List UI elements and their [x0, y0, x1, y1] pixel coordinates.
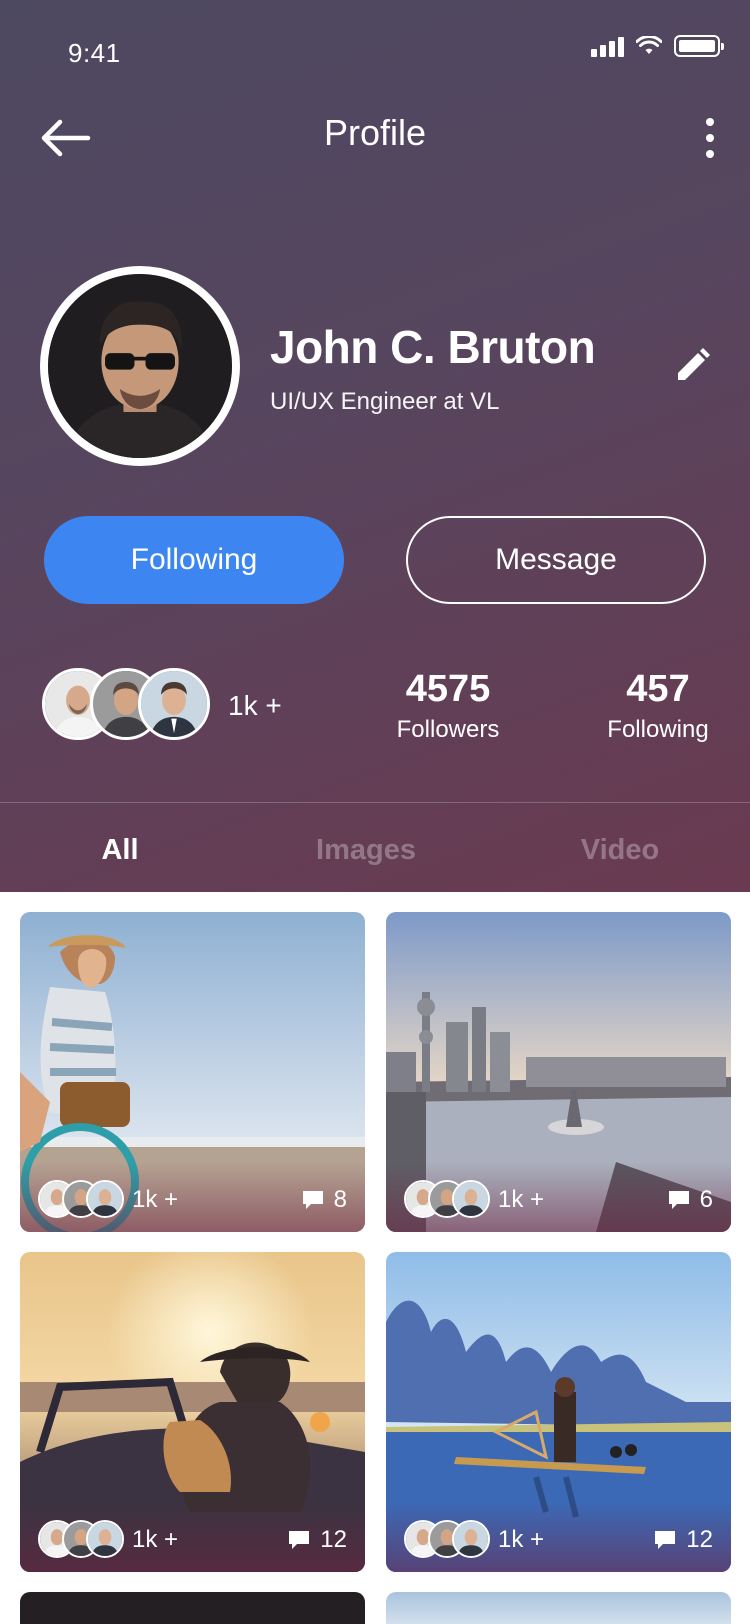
post-card[interactable]: 1k + 6: [386, 912, 731, 1232]
profile-job-title: UI/UX Engineer at VL: [270, 388, 500, 415]
comment-bubble-icon: [302, 1191, 323, 1209]
cellular-signal-icon: [591, 35, 624, 57]
following-count[interactable]: 457: [558, 668, 750, 711]
status-time: 9:41: [68, 38, 121, 68]
mutual-avatar: [138, 668, 210, 740]
likes-count: 1k +: [132, 1186, 179, 1213]
message-button[interactable]: Message: [406, 516, 706, 604]
tab-video[interactable]: Video: [520, 834, 720, 867]
wifi-icon: [636, 36, 662, 54]
comments-indicator[interactable]: 6: [668, 1186, 713, 1214]
post-card[interactable]: [20, 1592, 365, 1624]
header-divider: [0, 802, 750, 803]
mutual-followers-count: 1k +: [228, 690, 282, 721]
avatar-portrait: [48, 274, 232, 458]
status-icons: [591, 34, 724, 58]
post-card[interactable]: 1k + 12: [386, 1252, 731, 1572]
comments-count: 12: [320, 1526, 347, 1553]
likes-count: 1k +: [498, 1526, 545, 1553]
comments-indicator[interactable]: 8: [302, 1186, 347, 1214]
comments-count: 6: [699, 1186, 713, 1213]
tab-all[interactable]: All: [20, 834, 220, 867]
comment-bubble-icon: [655, 1531, 676, 1549]
battery-icon: [674, 35, 724, 57]
post-card[interactable]: 1k + 12: [20, 1252, 365, 1572]
following-label: Following: [607, 716, 709, 743]
comment-bubble-icon: [668, 1191, 689, 1209]
edit-pencil-icon[interactable]: [672, 346, 712, 386]
following-button[interactable]: Following: [44, 516, 344, 604]
comments-count: 12: [686, 1526, 713, 1553]
likes-count: 1k +: [132, 1526, 179, 1553]
profile-avatar[interactable]: [40, 266, 240, 466]
comments-indicator[interactable]: 12: [288, 1526, 347, 1554]
followers-label: Followers: [396, 716, 500, 743]
post-card[interactable]: [386, 1592, 731, 1624]
post-card[interactable]: 1k + 8: [20, 912, 365, 1232]
tab-images[interactable]: Images: [266, 834, 466, 867]
followers-count[interactable]: 4575: [348, 668, 548, 711]
comments-count: 8: [333, 1186, 347, 1213]
page-title: Profile: [323, 112, 427, 153]
comment-bubble-icon: [289, 1531, 310, 1549]
more-options-icon[interactable]: [698, 118, 722, 158]
likes-count: 1k +: [498, 1186, 545, 1213]
comments-indicator[interactable]: 12: [654, 1526, 713, 1554]
profile-name: John C. Bruton: [270, 321, 596, 373]
profile-header: 9:41 Profile John C. Bruton UI/UX Engine…: [0, 0, 750, 892]
